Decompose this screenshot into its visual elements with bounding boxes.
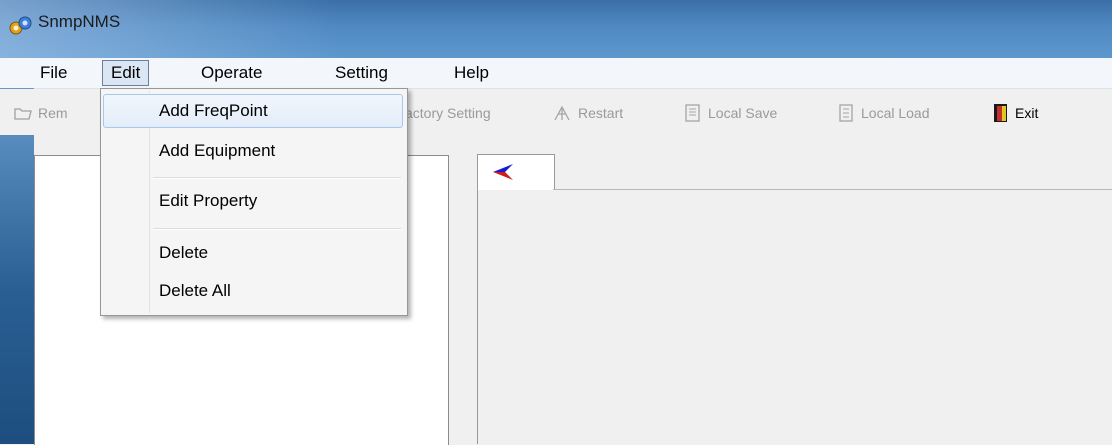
content-panel bbox=[477, 190, 1112, 444]
menubar-left bbox=[0, 58, 34, 88]
app-icon bbox=[8, 14, 34, 38]
exit-door-icon bbox=[993, 103, 1009, 123]
menu-item-delete[interactable]: Delete bbox=[103, 236, 403, 270]
local-load-label: Local Load bbox=[861, 105, 930, 121]
menu-bar bbox=[34, 58, 1112, 89]
factory-setting-label: actory Setting bbox=[405, 105, 491, 121]
title-bar bbox=[0, 0, 1112, 58]
menu-setting[interactable]: Setting bbox=[335, 61, 388, 85]
menu-separator bbox=[153, 177, 401, 179]
local-save-label: Local Save bbox=[708, 105, 778, 121]
edit-menu-dropdown: Add FreqPoint Add Equipment Edit Propert… bbox=[100, 88, 408, 316]
remote-button[interactable]: Rem bbox=[14, 103, 68, 123]
menu-edit[interactable]: Edit bbox=[102, 60, 150, 86]
save-icon bbox=[684, 103, 702, 123]
folder-icon bbox=[14, 106, 32, 120]
tab-back[interactable] bbox=[477, 154, 555, 191]
restart-button[interactable]: Restart bbox=[552, 103, 623, 123]
window-title: SnmpNMS bbox=[38, 12, 121, 31]
menu-item-add-equipment[interactable]: Add Equipment bbox=[103, 134, 403, 168]
back-arrow-icon bbox=[492, 162, 514, 182]
exit-button[interactable]: Exit bbox=[993, 103, 1038, 123]
menu-item-add-freqpoint[interactable]: Add FreqPoint bbox=[103, 94, 403, 128]
menu-separator bbox=[153, 228, 401, 230]
menu-help[interactable]: Help bbox=[454, 61, 489, 85]
factory-setting-button[interactable]: actory Setting bbox=[405, 103, 491, 123]
menu-item-edit-property[interactable]: Edit Property bbox=[103, 184, 403, 218]
menu-item-delete-all[interactable]: Delete All bbox=[103, 274, 403, 308]
local-save-button[interactable]: Local Save bbox=[684, 103, 777, 123]
load-icon bbox=[837, 103, 855, 123]
menu-operate[interactable]: Operate bbox=[201, 61, 262, 85]
restart-label: Restart bbox=[578, 105, 624, 121]
menu-file[interactable]: File bbox=[40, 61, 67, 85]
restart-icon bbox=[552, 103, 572, 123]
exit-label: Exit bbox=[1015, 105, 1039, 121]
local-load-button[interactable]: Local Load bbox=[837, 103, 930, 123]
remote-button-label: Rem bbox=[38, 105, 68, 121]
